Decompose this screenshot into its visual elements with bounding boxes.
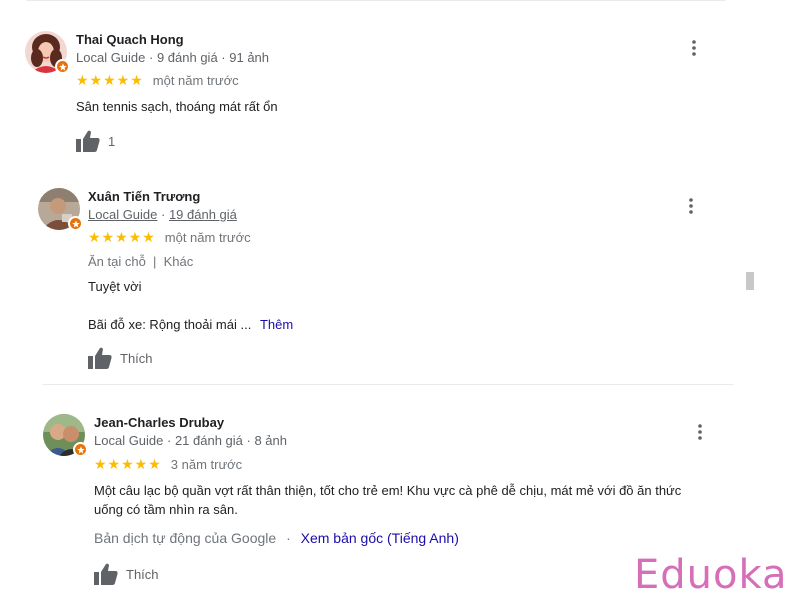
scrollbar-thumb[interactable] — [746, 272, 754, 290]
review-time: 3 năm trước — [170, 457, 243, 472]
like-label: Thích — [120, 350, 153, 366]
review-text: Sân tennis sạch, thoáng mát rất ổn — [76, 99, 278, 114]
like-label: Thích — [126, 566, 159, 582]
meta-separator: · — [157, 207, 169, 222]
more-link[interactable]: Thêm — [260, 317, 293, 332]
meta-separator: · — [163, 433, 175, 448]
review-text-line: Một câu lạc bộ quần vợt rất thân thiện, … — [94, 483, 682, 498]
like-button[interactable]: Thích — [94, 563, 159, 585]
like-button[interactable]: 1 — [76, 130, 115, 152]
view-original-link[interactable]: Xem bản gốc (Tiếng Anh) — [301, 530, 459, 546]
reviewer-meta: Local Guide · 9 đánh giá · 91 ảnh — [76, 50, 269, 65]
more-options-icon[interactable] — [684, 38, 704, 58]
reviewer-name[interactable]: Jean-Charles Drubay — [94, 415, 224, 430]
meta-separator: · — [242, 433, 255, 448]
review-text-line: uống có tầm nhìn ra sân. — [94, 502, 238, 517]
local-guide-badge-icon — [68, 216, 83, 231]
translation-row: Bản dịch tự động của Google · Xem bản gố… — [94, 530, 459, 546]
rating-row: ★★★★★ 3 năm trước — [94, 456, 242, 473]
review-text: Một câu lạc bộ quần vợt rất thân thiện, … — [94, 481, 734, 519]
local-guide-label: Local Guide — [76, 50, 146, 65]
like-count: 1 — [108, 133, 116, 149]
review-tags: Ăn tại chỗ | Khác — [88, 254, 194, 269]
review-count: 21 đánh giá — [174, 433, 243, 448]
review-count[interactable]: 19 đánh giá — [169, 207, 237, 222]
meta-separator: · — [217, 50, 230, 65]
translation-separator: · — [286, 530, 291, 546]
local-guide-badge-icon — [73, 442, 88, 457]
photo-count: 91 ảnh — [229, 50, 270, 65]
local-guide-badge-icon — [55, 59, 70, 74]
rating-row: ★★★★★ một năm trước — [76, 72, 239, 89]
avatar[interactable] — [43, 414, 88, 457]
avatar[interactable] — [38, 188, 83, 231]
parking-info: Bãi đỗ xe: Rộng thoải mái ... Thêm — [88, 315, 293, 334]
meta-separator: · — [145, 50, 157, 65]
local-guide-label: Local Guide — [94, 433, 164, 448]
translation-label: Bản dịch tự động của Google — [94, 530, 277, 546]
review-time: một năm trước — [164, 230, 251, 245]
parking-text: Bãi đỗ xe: Rộng thoải mái ... — [88, 317, 252, 332]
thumbs-up-icon — [94, 563, 118, 585]
reviewer-name[interactable]: Thai Quach Hong — [76, 32, 184, 47]
reviewer-meta: Local Guide · 19 đánh giá — [88, 207, 237, 222]
watermark-logo: Eduoka — [634, 552, 788, 598]
more-options-icon[interactable] — [681, 196, 701, 216]
rating-stars: ★★★★★ — [88, 229, 156, 245]
more-options-icon[interactable] — [690, 422, 710, 442]
rating-stars: ★★★★★ — [76, 72, 144, 88]
top-divider — [26, 0, 726, 1]
reviewer-meta: Local Guide · 21 đánh giá · 8 ảnh — [94, 433, 287, 448]
thumbs-up-icon — [76, 130, 100, 152]
review-count: 9 đánh giá — [156, 50, 218, 65]
review-text: Tuyệt vời — [88, 279, 142, 294]
rating-row: ★★★★★ một năm trước — [88, 229, 251, 246]
thumbs-up-icon — [88, 347, 112, 369]
like-button[interactable]: Thích — [88, 347, 153, 369]
review-divider — [43, 384, 733, 385]
rating-stars: ★★★★★ — [94, 456, 162, 472]
local-guide-label[interactable]: Local Guide — [88, 207, 157, 222]
photo-count: 8 ảnh — [254, 433, 288, 448]
avatar[interactable] — [25, 31, 70, 74]
reviewer-name[interactable]: Xuân Tiến Trương — [88, 189, 200, 204]
review-time: một năm trước — [152, 73, 239, 88]
